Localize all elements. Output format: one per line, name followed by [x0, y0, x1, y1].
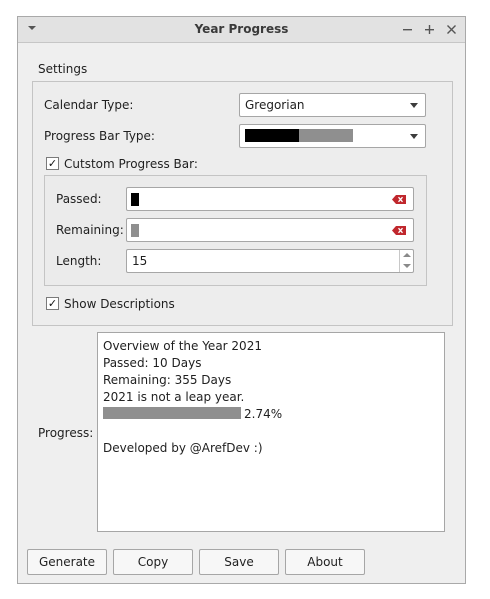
remaining-char — [131, 224, 139, 237]
preview-passed-block — [272, 129, 281, 142]
chevron-down-icon — [410, 103, 418, 108]
calendar-type-value: Gregorian — [245, 98, 305, 112]
progress-bar-type-select[interactable] — [239, 124, 426, 148]
passed-char — [131, 193, 139, 206]
output-line: Passed: 10 Days — [103, 356, 202, 370]
custom-progress-bar-group: Passed: Remaining: Length: 15 — [44, 175, 427, 286]
preview-remaining-block — [308, 129, 317, 142]
preview-passed-block — [245, 129, 254, 142]
length-label: Length: — [56, 254, 102, 268]
progress-label: Progress: — [38, 426, 94, 440]
preview-remaining-block — [299, 129, 308, 142]
copy-button[interactable]: Copy — [113, 549, 193, 575]
preview-passed-block — [290, 129, 299, 142]
output-line: Remaining: 355 Days — [103, 373, 232, 387]
window-title: Year Progress — [194, 22, 289, 36]
progress-bar-type-label: Progress Bar Type: — [44, 129, 155, 143]
preview-passed-block — [263, 129, 272, 142]
output-line: 2021 is not a leap year. — [103, 390, 245, 404]
settings-group: Calendar Type: Gregorian Progress Bar Ty… — [32, 81, 453, 326]
preview-remaining-block — [317, 129, 326, 142]
generate-button[interactable]: Generate — [27, 549, 107, 575]
text-progress-bar — [103, 407, 241, 419]
settings-group-title: Settings — [38, 62, 88, 76]
custom-progress-bar-label: Cutstom Progress Bar: — [64, 157, 198, 171]
preview-passed-block — [281, 129, 290, 142]
title-bar: Year Progress — [18, 17, 465, 43]
preview-remaining-block — [335, 129, 344, 142]
clear-input-icon[interactable] — [392, 226, 406, 235]
clear-input-icon[interactable] — [392, 195, 406, 204]
save-button[interactable]: Save — [199, 549, 279, 575]
progress-bar-type-preview — [245, 129, 353, 142]
preview-remaining-block — [344, 129, 353, 142]
spin-down-icon[interactable] — [399, 261, 413, 272]
minimize-icon[interactable] — [402, 21, 413, 42]
progress-output[interactable]: Overview of the Year 2021 Passed: 10 Day… — [97, 332, 445, 532]
custom-progress-bar-checkbox[interactable]: ✓ — [46, 157, 59, 170]
percent-text: 2.74% — [244, 407, 283, 421]
passed-label: Passed: — [56, 192, 102, 206]
spin-up-icon[interactable] — [399, 250, 413, 261]
about-button[interactable]: About — [285, 549, 365, 575]
length-value: 15 — [132, 254, 148, 268]
length-spinbox[interactable]: 15 — [126, 249, 414, 273]
calendar-type-label: Calendar Type: — [44, 98, 134, 112]
show-descriptions-checkbox[interactable]: ✓ — [46, 297, 59, 310]
calendar-type-select[interactable]: Gregorian — [239, 93, 426, 117]
footer-line: Developed by @ArefDev :) — [103, 441, 263, 455]
app-window: Year Progress Settings Calendar Type: Gr… — [17, 16, 466, 584]
passed-input[interactable] — [126, 187, 414, 211]
output-line: Overview of the Year 2021 — [103, 339, 262, 353]
chevron-down-icon — [410, 134, 418, 139]
preview-remaining-block — [326, 129, 335, 142]
remaining-input[interactable] — [126, 218, 414, 242]
remaining-label: Remaining: — [56, 223, 124, 237]
show-descriptions-label: Show Descriptions — [64, 297, 175, 311]
maximize-icon[interactable] — [424, 21, 435, 42]
progress-bar-line: 2.74% — [103, 406, 439, 423]
close-icon[interactable] — [446, 21, 457, 42]
preview-passed-block — [254, 129, 263, 142]
